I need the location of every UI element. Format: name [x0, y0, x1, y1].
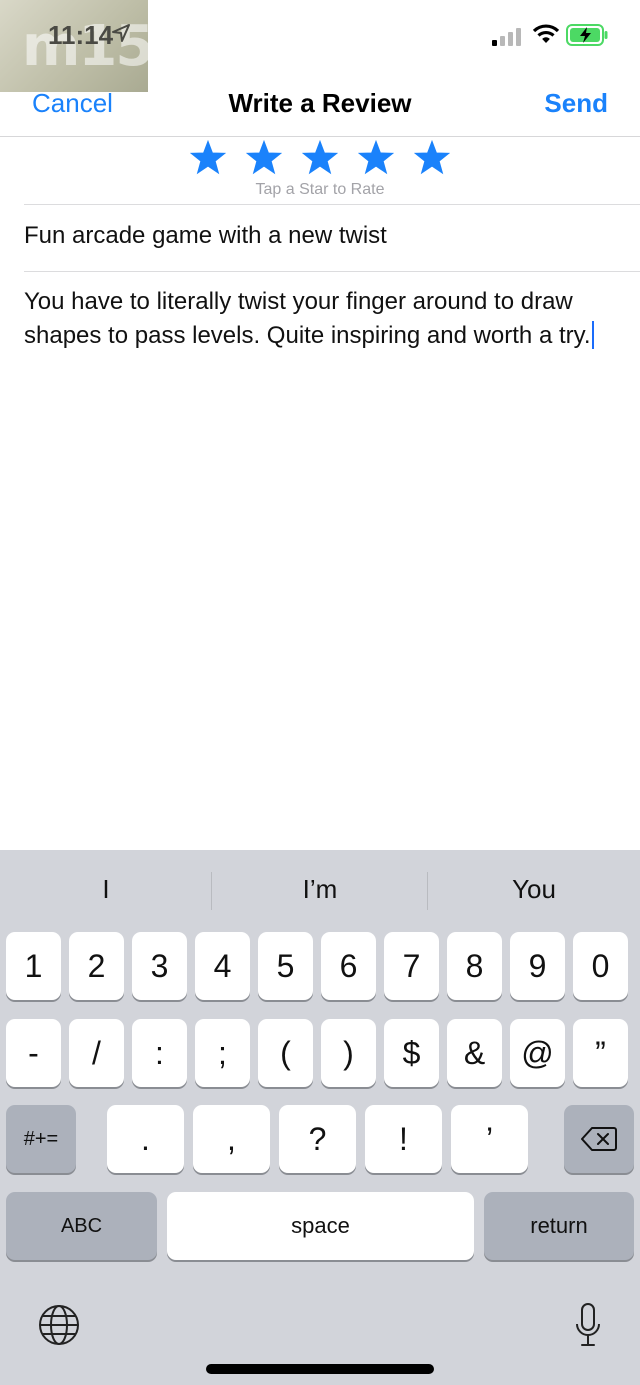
text-cursor — [591, 321, 594, 349]
suggestion-divider — [211, 872, 212, 910]
microphone-icon[interactable] — [575, 1302, 601, 1348]
cellular-signal-icon — [492, 28, 521, 46]
delete-key-icon — [581, 1127, 617, 1151]
star-icon[interactable] — [358, 140, 394, 176]
suggestion-2[interactable]: I’m — [214, 874, 426, 905]
suggestion-1[interactable]: I — [0, 874, 212, 905]
key[interactable]: - — [6, 1019, 61, 1087]
key[interactable]: 0 — [573, 932, 628, 1000]
star-icon[interactable] — [302, 140, 338, 176]
wifi-icon — [533, 24, 559, 43]
key[interactable]: 2 — [69, 932, 124, 1000]
abc-key[interactable]: ABC — [6, 1192, 157, 1260]
key[interactable]: . — [107, 1105, 184, 1173]
star-rating[interactable] — [190, 140, 450, 180]
key[interactable]: ! — [365, 1105, 442, 1173]
key[interactable]: ( — [258, 1019, 313, 1087]
key[interactable]: 9 — [510, 932, 565, 1000]
review-body-field[interactable]: You have to literally twist your finger … — [24, 285, 616, 353]
key[interactable]: 3 — [132, 932, 187, 1000]
send-button[interactable]: Send — [544, 88, 608, 119]
key[interactable]: 5 — [258, 932, 313, 1000]
key[interactable]: $ — [384, 1019, 439, 1087]
review-title-field[interactable]: Fun arcade game with a new twist — [24, 222, 387, 250]
symbols-toggle-key[interactable]: #+= — [6, 1105, 76, 1173]
location-arrow-icon — [112, 24, 130, 42]
key[interactable]: ” — [573, 1019, 628, 1087]
home-indicator — [206, 1364, 434, 1374]
star-icon[interactable] — [246, 140, 282, 176]
status-time: 11:14 — [48, 20, 114, 50]
key[interactable]: 7 — [384, 932, 439, 1000]
key[interactable]: 6 — [321, 932, 376, 1000]
key[interactable]: 8 — [447, 932, 502, 1000]
key[interactable]: ) — [321, 1019, 376, 1087]
return-key[interactable]: return — [484, 1192, 634, 1260]
key[interactable]: 4 — [195, 932, 250, 1000]
space-key[interactable]: space — [167, 1192, 474, 1260]
key[interactable]: ’ — [451, 1105, 528, 1173]
review-body-text: You have to literally twist your finger … — [24, 288, 591, 349]
key[interactable]: / — [69, 1019, 124, 1087]
divider — [24, 204, 640, 205]
key[interactable]: 1 — [6, 932, 61, 1000]
key[interactable]: ? — [279, 1105, 356, 1173]
suggestion-3[interactable]: You — [428, 874, 640, 905]
key[interactable]: @ — [510, 1019, 565, 1087]
star-icon[interactable] — [414, 140, 450, 176]
divider — [24, 271, 640, 272]
delete-key[interactable] — [564, 1105, 634, 1173]
key[interactable]: : — [132, 1019, 187, 1087]
key[interactable]: , — [193, 1105, 270, 1173]
rating-hint: Tap a Star to Rate — [255, 181, 385, 198]
battery-icon — [566, 24, 608, 46]
star-icon[interactable] — [190, 140, 226, 176]
key[interactable]: & — [447, 1019, 502, 1087]
globe-icon[interactable] — [38, 1304, 80, 1346]
key[interactable]: ; — [195, 1019, 250, 1087]
